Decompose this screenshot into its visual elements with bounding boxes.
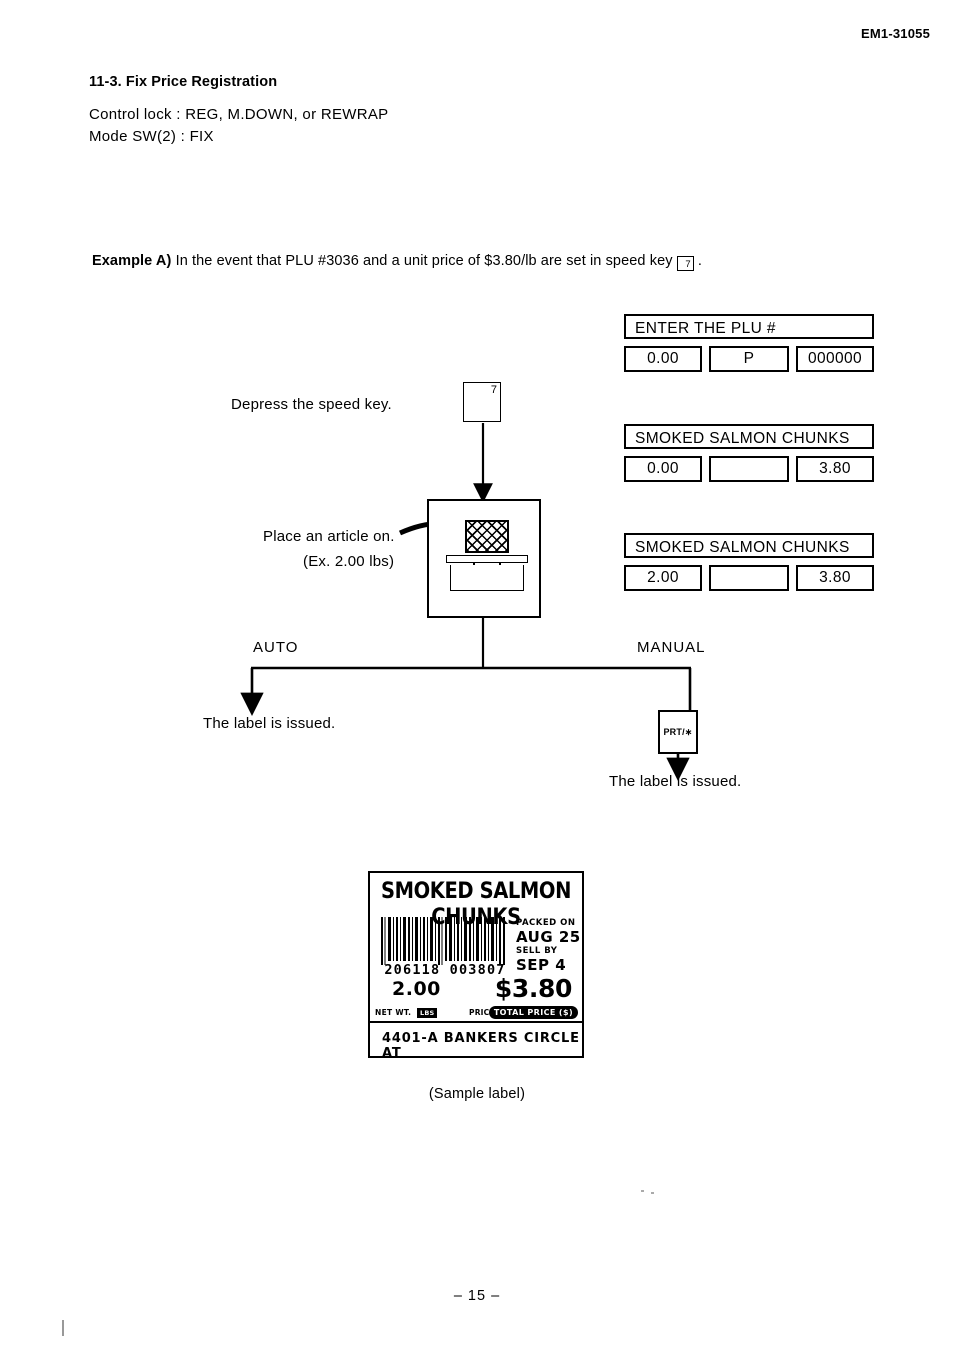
document-page: EM1-31055 11-3. Fix Price Registration C… [0,0,954,1346]
speed-key-number: 7 [490,384,497,396]
flow-branch-manual-label: MANUAL [637,639,706,656]
display-weight-field: 0.00 [624,346,702,372]
display-title: SMOKED SALMON CHUNKS [624,424,874,449]
display-title: ENTER THE PLU # [624,314,874,339]
speed-key-7-icon: 7 [463,382,501,422]
sample-label-caption: (Sample label) [428,1086,526,1102]
display-price-field: 3.80 [796,456,874,482]
flow-branch-auto-label: AUTO [253,639,299,656]
label-footer-row: NET WT. LBS PRICE/lb $ TOTAL PRICE ($) [375,1006,578,1019]
display-row: 2.00 3.80 [624,565,874,591]
scan-artifact [641,1190,644,1192]
flowchart-connectors [240,423,692,781]
label-divider [370,1021,582,1024]
scan-artifact [651,1192,654,1194]
article-on-scale-icon [465,520,509,553]
display-middle-field [709,565,789,591]
flow-step-depress-speed-key: Depress the speed key. [231,396,392,413]
document-code: EM1-31055 [860,26,930,41]
net-wt-caption: NET WT. [375,1008,412,1017]
example-text-tail: . [697,253,703,269]
prt-key-label: PRT/∗ [663,726,693,737]
display-row: 0.00 3.80 [624,456,874,482]
scan-artifact [62,1320,64,1336]
display-panel-2: SMOKED SALMON CHUNKS 0.00 3.80 [624,424,874,482]
label-net-weight-value: 2.00 [392,978,441,1000]
display-weight-field: 2.00 [624,565,702,591]
display-row: 0.00 P 000000 [624,346,874,372]
display-panel-3: SMOKED SALMON CHUNKS 2.00 3.80 [624,533,874,591]
display-price-field: 3.80 [796,565,874,591]
sell-by-caption: SELL BY [516,946,558,956]
display-middle-field: P [709,346,789,372]
packed-on-caption: PACKED ON [516,918,576,928]
label-total-price-value: $3.80 [494,974,572,1003]
scale-platter-icon [446,555,528,563]
mode-sw-line: Mode SW(2) : FIX [89,128,214,145]
scale-illustration [427,499,541,618]
flow-result-manual: The label is issued. [609,773,742,790]
scale-base-icon [450,565,524,591]
label-address: 4401-A BANKERS CIRCLE AT [382,1031,580,1061]
display-panel-1: ENTER THE PLU # 0.00 P 000000 [624,314,874,372]
display-weight-field: 0.00 [624,456,702,482]
example-label: Example A) [92,253,172,269]
display-price-field: 000000 [796,346,874,372]
flow-result-auto: The label is issued. [203,715,336,732]
example-line: Example A) In the event that PLU #3036 a… [92,253,702,271]
display-title: SMOKED SALMON CHUNKS [624,533,874,558]
total-price-badge: TOTAL PRICE ($) [488,1006,578,1019]
sample-label: SMOKED SALMON CHUNKS 206118 003807 PACKE… [368,871,584,1061]
net-wt-unit-badge: LBS [417,1008,438,1018]
control-lock-line: Control lock : REG, M.DOWN, or REWRAP [89,106,389,123]
barcode-icon [381,917,505,965]
barcode-digits: 206118 003807 [384,962,506,978]
flow-step-place-article: Place an article on. [263,528,395,545]
page-number: – 15 – [453,1288,501,1304]
packed-on-value: AUG 25 [516,928,581,946]
section-heading: 11-3. Fix Price Registration [89,74,278,90]
prt-key-icon: PRT/∗ [658,710,698,754]
sell-by-value: SEP 4 [516,956,567,974]
display-middle-field [709,456,789,482]
flow-step-place-article-example: (Ex. 2.00 lbs) [303,553,395,570]
speed-key-inline-icon: 7 [676,256,694,271]
example-text: In the event that PLU #3036 and a unit p… [175,253,673,269]
